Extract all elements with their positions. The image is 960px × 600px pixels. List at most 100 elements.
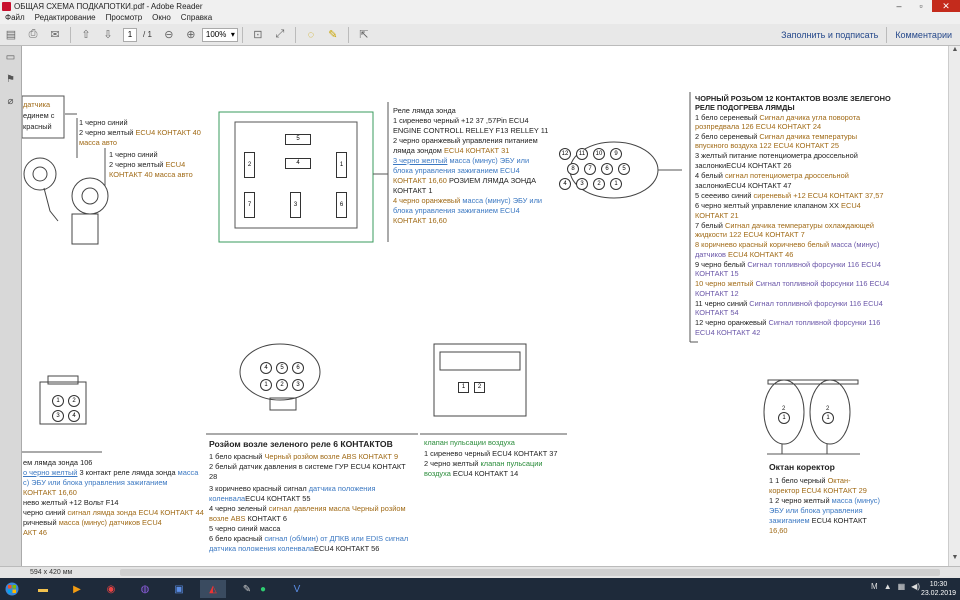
chrome-icon[interactable]: ◉ [98,580,124,598]
black12-row: 4 белый сигнал потенциометра дроссельной [695,171,849,180]
relay-pin: 3 [290,192,301,218]
sensor-label: красный [23,122,52,131]
fill-sign-button[interactable]: Заполнить и подписать [773,30,886,40]
prev-page-icon[interactable]: ⇧ [77,27,95,43]
connector-pin: 3 [292,379,304,391]
scroll-down-icon[interactable]: ▼ [949,554,960,566]
highlight-icon[interactable]: ✎ [324,27,342,43]
menu-view[interactable]: Просмотр [101,12,148,24]
viber-icon[interactable]: ◍ [132,580,158,598]
connector-pin: 6 [601,163,613,175]
menu-edit[interactable]: Редактирование [30,12,101,24]
black12-row: датчиков ECU4 КОНТАКТ 46 [695,250,794,259]
mid6-line: 2 белый датчик давления в системе ГУР EC… [209,462,406,471]
connector-pin: 3 [576,178,588,190]
minimize-button[interactable]: – [888,0,910,12]
word-icon[interactable]: ▣ [166,580,192,598]
black12-row: ECU4 КОНТАКТ 42 [695,328,761,337]
octane-line: коректор ECU4 КОНТАКТ 29 [769,486,867,495]
menu-file[interactable]: Файл [0,12,30,24]
email-icon[interactable]: ✉ [46,27,64,43]
sensor-connector [71,213,99,245]
lambda-plug-line: о черно желтый 3 контакт реле лямда зонд… [23,468,199,477]
open-icon[interactable]: ▤ [2,27,20,43]
valve-line: 1 сиреневo черный ECU4 КОНТАКТ 37 [424,449,558,458]
sensor-a-line: масса авто [79,138,118,147]
attachment-icon[interactable]: ⌀ [5,96,17,108]
bookmark-icon[interactable]: ⚑ [5,74,17,86]
mid6-line: 28 [209,472,218,481]
octane-line: 1 1 бело черный Октан- [769,476,851,485]
menu-help[interactable]: Справка [176,12,217,24]
window-titlebar: ОБЩАЯ СХЕМА ПОДКАПОТКИ.pdf - Adobe Reade… [0,0,960,12]
lambda-plug-line: КОНТАКТ 16,60 [23,488,77,497]
clock[interactable]: 10:30 23.02.2019 [921,580,956,598]
mid6-line: 3 коричнево красный сигнал датчика полож… [209,484,376,493]
clock-time: 10:30 [929,581,948,588]
black12-row: впускного воздуха 122 ECU4 КОНТАКТ 25 [695,141,839,150]
sensor-label: единем с [23,111,55,120]
media-player-icon[interactable]: ▶ [64,580,90,598]
connector-pin: 2 [593,178,605,190]
document-page[interactable]: датчика единем с красный 1 черно синий 2… [22,46,948,566]
lambda-line: 2 черно оранжевый управления питанием [393,136,538,145]
comment-icon[interactable]: ◌ [302,27,320,43]
connector-pin: 2 [276,379,288,391]
explorer-icon[interactable]: ▬ [30,580,56,598]
lambda-plug-line: с) ЭБУ или блока управления зажиганием [23,478,168,487]
octane-heading: Октан коректор [769,462,835,472]
zoom-select[interactable]: 100% [201,27,238,42]
expand-icon[interactable]: ⇱ [355,27,373,43]
lambda-plug-line: ем лямда зонда 106 [23,458,93,467]
clock-date: 23.02.2019 [920,590,956,597]
connector-pin: 12 [559,148,571,160]
visio-icon[interactable]: V [284,580,310,598]
start-button[interactable] [2,580,22,598]
next-page-icon[interactable]: ⇩ [99,27,117,43]
toolbar-separator [294,26,296,43]
black12-row: 5 сеееиво синий сиреневый +12 ECU4 КОНТА… [695,191,884,200]
fit-page-icon[interactable]: ⊡ [249,27,267,43]
relay-pin: 4 [285,158,311,169]
adobe-reader-task-icon[interactable]: ◭ [200,580,226,598]
sensor-a-line: 2 черно желтый ECU4 КОНТАКТ 40 [79,128,201,137]
black12-row: КОНТАКТ 54 [695,308,739,317]
lambda-line: 1 сиренево черный +12 37 ,57Pin ECU4 [393,116,529,125]
app-icon[interactable]: ● [250,580,276,598]
connector-pin: 4 [559,178,571,190]
sensor-a-line: 1 черно синий [79,118,128,127]
page-number-input[interactable]: 1 [123,27,137,42]
horizontal-scrollbar[interactable] [120,569,940,576]
black12-row: заслонкиECU4 КОНТАКТ 26 [695,161,792,170]
print-icon[interactable]: ⎙ [24,27,42,43]
black12-row: 3 желтый питание потенциометра дроссельн… [695,151,858,160]
connector-pin: 5 [276,362,288,374]
page-total: / 1 [143,30,152,39]
network-icon[interactable]: ▦ [898,582,906,591]
scroll-up-icon[interactable]: ▲ [949,46,960,58]
lambda-relay-title: Реле лямда зонда [393,106,456,115]
fit-width-icon[interactable]: ⤢ [271,27,289,43]
pages-icon[interactable]: ▭ [5,52,17,64]
black12-row: КОНТАКТ 15 [695,269,739,278]
connector-pin: 7 [584,163,596,175]
connector-pin: 4 [68,410,80,422]
lambda-line: КОНТАКТ 1 [393,186,433,195]
volume-icon[interactable]: ◀) [911,582,920,591]
sensor-b-line: 1 черно синий [109,150,158,159]
menu-window[interactable]: Окно [147,12,176,24]
black12-row: розпредвала 126 ECU4 КОНТАКТ 24 [695,122,822,131]
zoom-out-icon[interactable]: ⊖ [160,27,178,43]
comments-button[interactable]: Комментарии [887,30,960,40]
keyboard-icon[interactable]: M [871,582,878,591]
tray-arrow-icon[interactable]: ▲ [884,582,892,591]
lambda-line: блока управления зажиганием ECU4 [393,206,520,215]
zoom-in-icon[interactable]: ⊕ [182,27,200,43]
mid6-line: возле ABS КОНТАКТ 6 [209,514,287,523]
taskbar: ▬ ▶ ◉ ◍ ▣ ◭ ✎ ● V M ▲ ▦ ◀) 10:30 23.02.2… [0,578,960,600]
window-controls: – ▫ ✕ [888,0,960,12]
close-button[interactable]: ✕ [932,0,960,12]
vertical-scrollbar[interactable]: ▲ ▼ [948,46,960,566]
maximize-button[interactable]: ▫ [910,0,932,12]
lambda-line: 4 черно оранжевый масса (минус) ЭБУ или [393,196,543,205]
